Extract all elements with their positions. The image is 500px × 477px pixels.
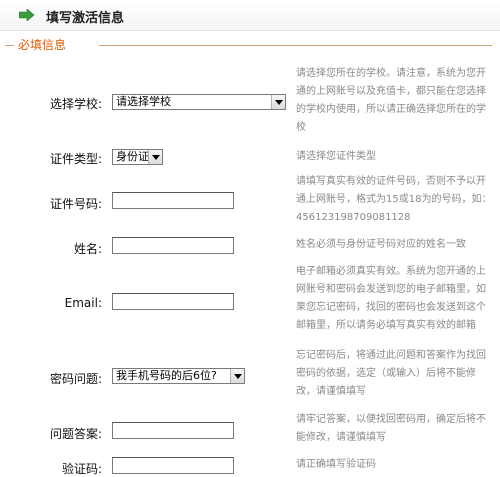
email-input[interactable]	[112, 293, 234, 310]
email-help: 电子邮箱必须真实有效。系统为您开通的上网账号和密码会发送到您的电子邮箱里，如果您…	[296, 266, 486, 331]
page-header: 填写激活信息	[0, 0, 500, 31]
captcha-help: 请正确填写验证码	[296, 459, 376, 470]
security-answer-input[interactable]	[112, 422, 234, 439]
school-help: 请选择您所在的学校。请注意，系统为您开通的上网账号以及充值卡，都只能在您选择的学…	[296, 68, 486, 133]
security-answer-help: 请牢记答案，以便找回密码用，确定后将不能修改，请谨慎填写	[296, 414, 486, 443]
school-label: 选择学校:	[49, 97, 102, 111]
school-select[interactable]: 请选择学校	[112, 94, 286, 110]
id-type-help: 请选择您证件类型	[296, 151, 376, 162]
id-number-help: 请填写真实有效的证件号码，否则不予以开通上网账号，格式为15或18为的号码，如：…	[296, 176, 492, 223]
email-label: Email:	[64, 296, 102, 310]
school-select-value: 请选择学校	[116, 95, 171, 108]
security-question-help: 忘记密码后，将通过此问题和答案作为找回密码的依据，选定（或输入）后将不能修改，请…	[296, 350, 486, 397]
section-legend: 必填信息	[18, 38, 67, 52]
captcha-label: 验证码:	[61, 462, 102, 476]
name-input[interactable]	[112, 237, 234, 254]
name-help: 姓名必须与身份证号码对应的姓名一致	[296, 239, 466, 250]
legend-divider-right	[99, 45, 492, 46]
chevron-down-icon[interactable]	[230, 369, 244, 383]
name-label: 姓名:	[73, 242, 102, 256]
chevron-down-icon[interactable]	[271, 95, 285, 109]
id-type-select-value: 身份证	[116, 150, 149, 163]
id-number-input[interactable]	[112, 192, 234, 209]
page-title: 填写激活信息	[46, 11, 125, 26]
captcha-input[interactable]	[112, 457, 234, 474]
id-type-select[interactable]: 身份证	[112, 149, 163, 165]
legend-divider-left	[5, 45, 14, 46]
security-question-select[interactable]: 我手机号码的后6位?	[112, 368, 245, 384]
security-question-select-value: 我手机号码的后6位?	[116, 369, 217, 382]
chevron-down-icon[interactable]	[148, 150, 162, 164]
id-number-label: 证件号码:	[49, 197, 102, 211]
security-answer-label: 问题答案:	[49, 427, 102, 441]
arrow-right-icon	[19, 9, 35, 21]
security-question-label: 密码问题:	[49, 372, 102, 386]
id-type-label: 证件类型:	[49, 152, 102, 166]
